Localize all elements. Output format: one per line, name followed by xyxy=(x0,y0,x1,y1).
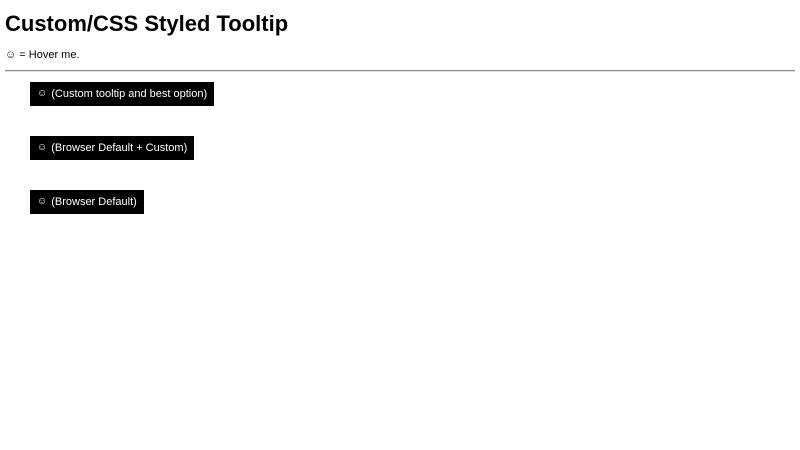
hover-hint: ☺ = Hover me. xyxy=(5,48,80,62)
tooltip-button-browser-default-plus-custom[interactable]: ☺ (Browser Default + Custom) xyxy=(30,136,195,160)
tooltip-button-custom[interactable]: ☺ (Custom tooltip and best option) xyxy=(30,82,215,106)
smiley-icon: ☺ xyxy=(5,49,17,61)
divider xyxy=(5,70,795,72)
page: Custom/CSS Styled Tooltip ☺ = Hover me. … xyxy=(0,0,800,450)
tooltip-button-browser-default[interactable]: ☺ (Browser Default) xyxy=(30,190,144,214)
tooltip-button-label: (Browser Default + Custom) xyxy=(51,142,188,154)
tooltip-button-label: (Browser Default) xyxy=(51,196,137,208)
hover-hint-text: = Hover me. xyxy=(19,49,80,61)
tooltip-button-label: (Custom tooltip and best option) xyxy=(51,88,208,100)
smiley-icon: ☺ xyxy=(37,142,48,153)
smiley-icon: ☺ xyxy=(37,88,48,99)
smiley-icon: ☺ xyxy=(37,196,48,207)
page-title: Custom/CSS Styled Tooltip xyxy=(5,11,289,36)
